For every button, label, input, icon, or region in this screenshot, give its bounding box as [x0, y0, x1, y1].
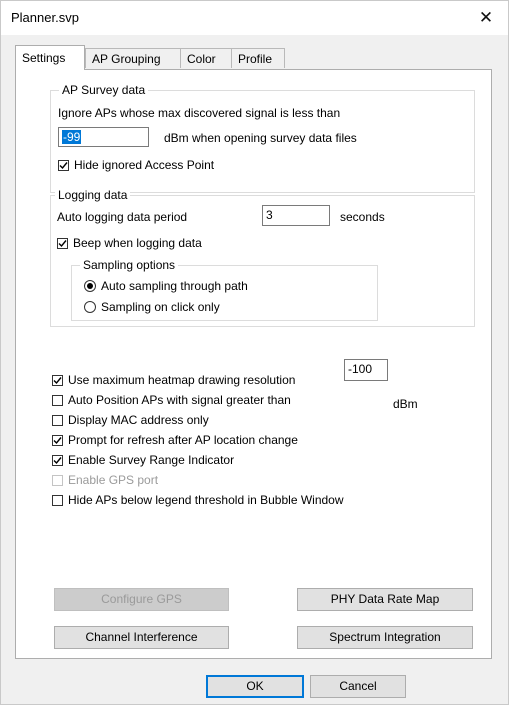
checkbox-checked-icon — [57, 238, 68, 249]
ok-button[interactable]: OK — [206, 675, 304, 698]
hide-below-threshold-label: Hide APs below legend threshold in Bubbl… — [68, 493, 344, 507]
signal-threshold-value: -99 — [62, 130, 82, 144]
max-heatmap-label: Use maximum heatmap drawing resolution — [68, 373, 296, 387]
logging-legend: Logging data — [55, 188, 131, 202]
prompt-refresh-checkbox[interactable]: Prompt for refresh after AP location cha… — [52, 433, 298, 447]
click-sampling-radio[interactable]: Sampling on click only — [84, 300, 220, 314]
sampling-legend: Sampling options — [80, 258, 179, 272]
hide-ignored-label: Hide ignored Access Point — [74, 158, 215, 172]
auto-sampling-radio[interactable]: Auto sampling through path — [84, 279, 248, 293]
prompt-refresh-label: Prompt for refresh after AP location cha… — [68, 433, 298, 447]
hide-ignored-checkbox[interactable]: Hide ignored Access Point — [58, 158, 214, 172]
survey-range-label: Enable Survey Range Indicator — [68, 453, 235, 467]
tab-ap-grouping[interactable]: AP Grouping — [85, 48, 181, 68]
survey-range-checkbox[interactable]: Enable Survey Range Indicator — [52, 453, 234, 467]
checkbox-unchecked-icon — [52, 395, 63, 406]
logging-group: Logging data Auto logging data period 3 … — [50, 188, 475, 327]
tab-color[interactable]: Color — [180, 48, 232, 68]
click-sampling-label: Sampling on click only — [101, 300, 220, 314]
logging-period-unit: seconds — [340, 210, 385, 224]
ignore-aps-label: Ignore APs whose max discovered signal i… — [58, 106, 341, 120]
title-bar: Planner.svp ✕ — [1, 1, 508, 35]
gps-port-checkbox: Enable GPS port — [52, 473, 158, 487]
sampling-options-group: Sampling options Auto sampling through p… — [71, 258, 378, 321]
checkbox-checked-icon — [52, 455, 63, 466]
threshold-unit-label: dBm when opening survey data files — [164, 131, 357, 145]
checkbox-disabled-icon — [52, 475, 63, 486]
settings-dialog: Planner.svp ✕ Settings AP Grouping Color… — [0, 0, 509, 705]
logging-period-input[interactable]: 3 — [262, 205, 330, 226]
radio-selected-icon — [84, 280, 96, 292]
beep-logging-checkbox[interactable]: Beep when logging data — [57, 236, 202, 250]
auto-position-checkbox[interactable]: Auto Position APs with signal greater th… — [52, 393, 291, 407]
tab-settings[interactable]: Settings — [15, 45, 85, 70]
radio-unselected-icon — [84, 301, 96, 313]
hide-below-threshold-checkbox[interactable]: Hide APs below legend threshold in Bubbl… — [52, 493, 344, 507]
ap-survey-legend: AP Survey data — [59, 83, 149, 97]
signal-threshold-input[interactable]: -99 — [58, 127, 149, 147]
checkbox-checked-icon — [52, 375, 63, 386]
channel-interference-button[interactable]: Channel Interference — [54, 626, 229, 649]
ap-survey-group: AP Survey data Ignore APs whose max disc… — [50, 83, 475, 193]
gps-port-label: Enable GPS port — [68, 473, 159, 487]
auto-position-label: Auto Position APs with signal greater th… — [68, 393, 291, 407]
close-icon[interactable]: ✕ — [464, 1, 508, 35]
configure-gps-button: Configure GPS — [54, 588, 229, 611]
phy-data-rate-map-button[interactable]: PHY Data Rate Map — [297, 588, 473, 611]
window-title: Planner.svp — [11, 10, 79, 25]
auto-position-value: -100 — [348, 362, 373, 376]
checkbox-unchecked-icon — [52, 415, 63, 426]
auto-sampling-label: Auto sampling through path — [101, 279, 248, 293]
settings-panel: AP Survey data Ignore APs whose max disc… — [15, 69, 492, 659]
checkbox-unchecked-icon — [52, 495, 63, 506]
auto-position-input[interactable]: -100 — [344, 359, 388, 381]
checkbox-checked-icon — [58, 160, 69, 171]
cancel-button[interactable]: Cancel — [310, 675, 406, 698]
mac-only-label: Display MAC address only — [68, 413, 209, 427]
logging-period-label: Auto logging data period — [57, 210, 188, 224]
logging-period-value: 3 — [266, 208, 273, 222]
tab-profile[interactable]: Profile — [231, 48, 285, 68]
beep-logging-label: Beep when logging data — [73, 236, 202, 250]
mac-only-checkbox[interactable]: Display MAC address only — [52, 413, 209, 427]
auto-position-unit: dBm — [393, 397, 418, 411]
checkbox-checked-icon — [52, 435, 63, 446]
spectrum-integration-button[interactable]: Spectrum Integration — [297, 626, 473, 649]
max-heatmap-checkbox[interactable]: Use maximum heatmap drawing resolution — [52, 373, 295, 387]
